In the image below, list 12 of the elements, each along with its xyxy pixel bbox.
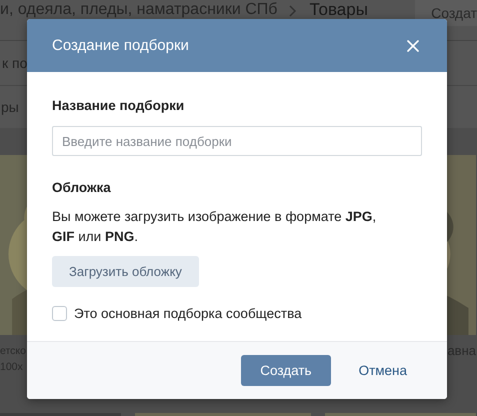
cancel-button[interactable]: Отмена — [358, 355, 407, 386]
section-label: Обложка — [52, 180, 112, 195]
cover-hint: Вы можете загрузить изображение в формате JPG, GIF или PNG. — [52, 208, 378, 246]
checkbox-label: Это основная подборка сообщества — [74, 306, 302, 321]
field-label: Название подборки — [52, 98, 186, 113]
create-button[interactable]: Создать — [241, 355, 331, 386]
name-input[interactable]: Введите название подборки — [52, 126, 422, 156]
chevron-icon — [289, 5, 298, 17]
dialog-title: Создание подборки — [52, 37, 189, 54]
page-title: Товары — [309, 1, 368, 18]
checkbox[interactable] — [52, 306, 67, 321]
upload-cover-button[interactable]: Загрузить обложку — [52, 256, 199, 287]
